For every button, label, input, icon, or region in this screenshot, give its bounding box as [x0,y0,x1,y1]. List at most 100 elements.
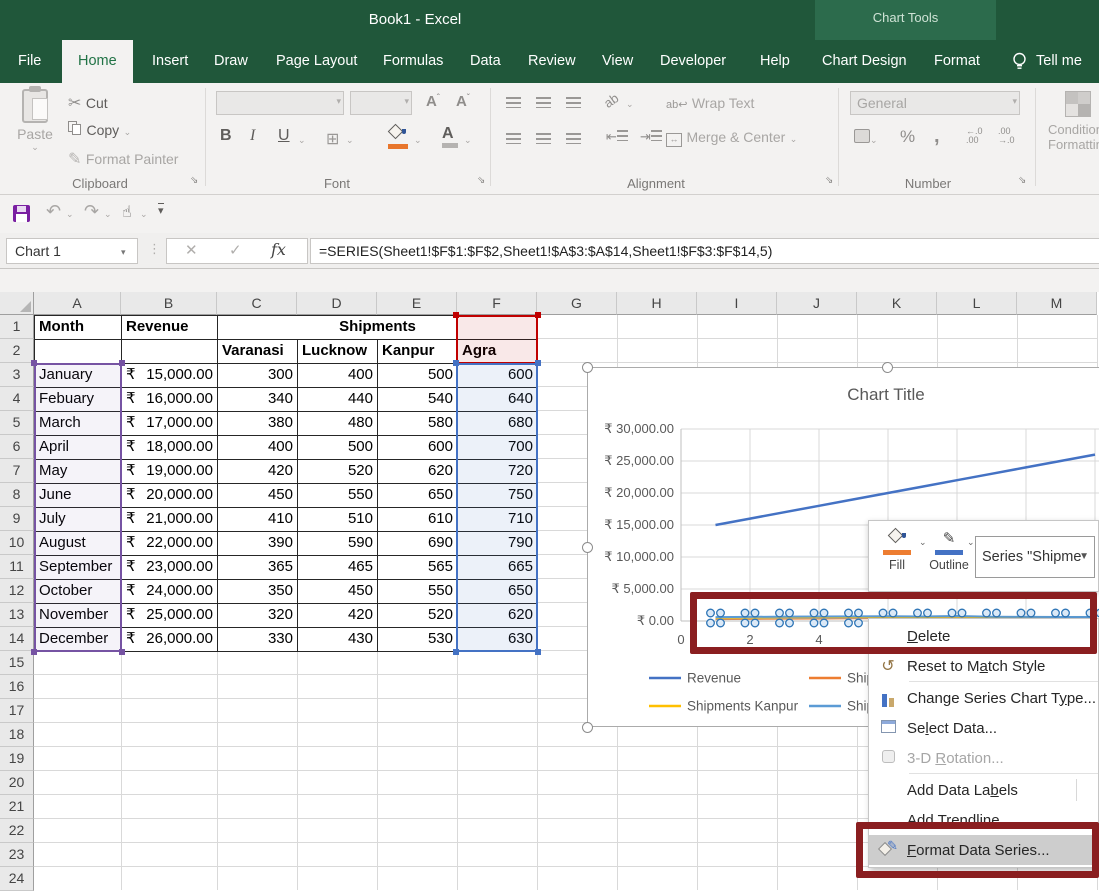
redo-dropdown-icon[interactable]: ⌄ [104,209,112,220]
cell-shipment-value[interactable]: 680 [458,412,538,436]
paste-button[interactable]: Paste ⌄ [12,89,58,153]
legend-label[interactable]: Shipments Kanpur [687,699,799,714]
clipboard-dialog-launcher[interactable]: ⇘ [190,175,198,186]
row-header-9[interactable]: 9 [0,507,34,531]
column-header-F[interactable]: F [457,292,537,315]
cell-shipment-value[interactable]: 350 [218,580,298,604]
cell-shipment-value[interactable]: 700 [458,436,538,460]
range-fill-handle[interactable] [119,649,125,655]
number-format-combo[interactable]: General▾ [850,91,1020,115]
menu-item-add-trendline[interactable]: Add Trendline... [869,805,1098,835]
column-header-L[interactable]: L [937,292,1017,315]
row-header-23[interactable]: 23 [0,843,34,867]
cell-shipment-value[interactable]: 630 [458,628,538,652]
cell-shipment-value[interactable]: 420 [218,460,298,484]
cell-city-header[interactable]: Kanpur [378,340,458,364]
insert-function-icon[interactable]: fx [271,240,286,259]
align-left-icon[interactable] [506,131,521,149]
column-header-B[interactable]: B [121,292,217,315]
column-header-G[interactable]: G [537,292,617,315]
row-header-14[interactable]: 14 [0,627,34,651]
decrease-decimal-icon[interactable]: .00→.0 [998,127,1015,145]
row-header-24[interactable]: 24 [0,867,34,891]
row-header-11[interactable]: 11 [0,555,34,579]
cell-shipment-value[interactable]: 665 [458,556,538,580]
column-header-I[interactable]: I [697,292,777,315]
menu-item-select-data[interactable]: Select Data... [869,713,1098,743]
menu-item-delete[interactable]: Delete [869,621,1098,651]
cell-city-header[interactable]: Agra [458,340,538,364]
row-header-17[interactable]: 17 [0,699,34,723]
outline-dropdown-icon[interactable]: ⌄ [967,537,975,548]
decrease-font-icon[interactable]: Aˇ [456,93,470,110]
cell-revenue[interactable]: ₹21,000.00 [122,508,218,532]
cell-empty[interactable] [35,340,122,364]
cell-month[interactable]: April [35,436,122,460]
cell-shipment-value[interactable]: 690 [378,532,458,556]
align-middle-icon[interactable] [536,95,551,113]
cell-month[interactable]: September [35,556,122,580]
touch-mode-dropdown-icon[interactable]: ⌄ [140,209,148,220]
cell-city-header[interactable]: Lucknow [298,340,378,364]
cell-shipment-value[interactable]: 620 [378,460,458,484]
cell-shipment-value[interactable]: 330 [218,628,298,652]
row-header-13[interactable]: 13 [0,603,34,627]
increase-decimal-icon[interactable]: ←.0.00 [966,127,983,145]
tell-me-tab[interactable]: Tell me [1012,40,1082,83]
cell-revenue[interactable]: ₹23,000.00 [122,556,218,580]
fill-dropdown-icon[interactable]: ⌄ [919,537,927,548]
enter-icon[interactable]: ✓ [229,241,242,259]
percent-style-icon[interactable]: % [900,127,915,147]
cell-revenue[interactable]: ₹24,000.00 [122,580,218,604]
increase-indent-icon[interactable]: ⇥ [640,129,662,145]
column-header-D[interactable]: D [297,292,377,315]
cell-shipment-value[interactable]: 520 [378,604,458,628]
redo-icon[interactable]: ↷ [84,201,99,222]
legend-label[interactable]: Revenue [687,671,741,686]
cell-month[interactable]: November [35,604,122,628]
bold-button[interactable]: B [220,127,232,145]
decrease-indent-icon[interactable]: ⇤ [606,129,628,145]
font-color-button[interactable]: A [442,125,458,148]
formula-input[interactable]: =SERIES(Sheet1!$F$1:$F$2,Sheet1!$A$3:$A$… [310,238,1099,264]
cell-shipment-value[interactable]: 550 [298,484,378,508]
cell-shipment-value[interactable]: 650 [458,580,538,604]
range-fill-handle[interactable] [453,649,459,655]
range-fill-handle[interactable] [535,312,541,318]
cell-shipment-value[interactable]: 720 [458,460,538,484]
format-painter-button[interactable]: ✎ Format Painter [68,149,178,169]
cell-shipment-value[interactable]: 620 [458,604,538,628]
chart-resize-handle[interactable] [882,362,893,373]
cell-shipment-value[interactable]: 465 [298,556,378,580]
customize-qat-icon[interactable]: ▾ [158,203,164,217]
chart-resize-handle[interactable] [582,542,593,553]
row-header-7[interactable]: 7 [0,459,34,483]
cell-shipment-value[interactable]: 565 [378,556,458,580]
cell-shipment-value[interactable]: 365 [218,556,298,580]
cell-revenue[interactable]: ₹18,000.00 [122,436,218,460]
cut-button[interactable]: ✂ Cut [68,93,108,113]
cell-shipment-value[interactable]: 790 [458,532,538,556]
cell-month[interactable]: Febuary [35,388,122,412]
cell-shipment-value[interactable]: 320 [218,604,298,628]
range-fill-handle[interactable] [453,312,459,318]
cell-shipment-value[interactable]: 580 [378,412,458,436]
row-header-1[interactable]: 1 [0,315,34,339]
cell-shipment-value[interactable]: 390 [218,532,298,556]
comma-style-icon[interactable]: , [934,125,940,148]
menu-item--d-rotation[interactable]: 3-D Rotation... [869,743,1098,773]
row-header-18[interactable]: 18 [0,723,34,747]
cell-month[interactable]: December [35,628,122,652]
row-header-20[interactable]: 20 [0,771,34,795]
cell-shipment-value[interactable]: 400 [218,436,298,460]
cell-shipment-value[interactable]: 600 [378,436,458,460]
cell-revenue-header[interactable]: Revenue [122,316,218,340]
cell-revenue[interactable]: ₹25,000.00 [122,604,218,628]
underline-button[interactable]: U [278,127,290,145]
wrap-text-button[interactable]: ab↩ Wrap Text [666,95,754,113]
cell-month[interactable]: March [35,412,122,436]
menu-item-add-data-labels[interactable]: Add Data Labels [869,775,1098,805]
italic-button[interactable]: I [250,127,255,145]
name-box[interactable]: Chart 1 ▾ [6,238,138,264]
font-color-dropdown-icon[interactable]: ⌄ [464,135,472,146]
